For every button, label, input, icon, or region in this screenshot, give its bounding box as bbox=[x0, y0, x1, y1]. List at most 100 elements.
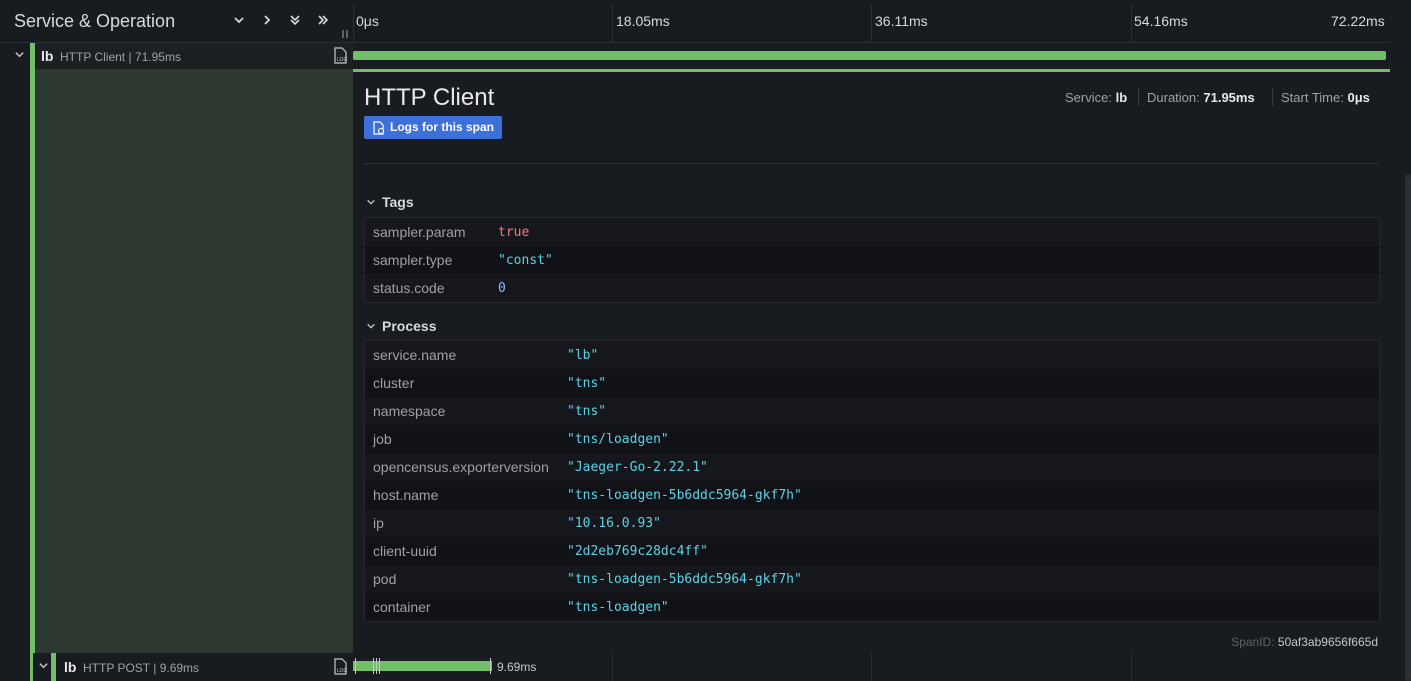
process-value: "tns-loadgen" bbox=[567, 600, 669, 615]
span-event-marker bbox=[373, 658, 374, 674]
process-key: pod bbox=[373, 571, 397, 587]
svg-text:LOG: LOG bbox=[337, 57, 348, 63]
span-event-marker bbox=[379, 658, 380, 674]
span-expand-toggle[interactable] bbox=[38, 660, 49, 674]
double-chevron-down-icon bbox=[290, 15, 300, 26]
process-table: service.name "lb" cluster "tns" namespace "… bbox=[364, 340, 1380, 622]
table-row: status.code 0 bbox=[365, 274, 1379, 302]
time-tick-label: 18.05ms bbox=[616, 13, 670, 29]
process-key: container bbox=[373, 599, 431, 615]
chevron-down-icon bbox=[15, 52, 24, 58]
process-key: opencensus.exporterversion bbox=[373, 459, 549, 475]
expand-one-level-button[interactable] bbox=[257, 10, 277, 32]
process-key: ip bbox=[373, 515, 384, 531]
time-tick-label: 0μs bbox=[356, 13, 379, 29]
tag-key: status.code bbox=[373, 280, 445, 296]
table-row: opencensus.exporterversion "Jaeger-Go-2.2… bbox=[365, 453, 1379, 481]
collapse-all-button[interactable] bbox=[285, 10, 305, 32]
span-operation-name: HTTP Client | 71.95ms bbox=[60, 50, 181, 64]
process-value: "tns" bbox=[567, 404, 607, 419]
chevron-down-icon bbox=[366, 318, 382, 334]
span-id: SpanID: 50af3ab9656f665d bbox=[1231, 635, 1378, 649]
service-meta-label: Service: bbox=[1065, 90, 1112, 105]
span-event-marker bbox=[490, 658, 491, 674]
span-id-label: SpanID: bbox=[1231, 635, 1275, 649]
process-value: "Jaeger-Go-2.22.1" bbox=[567, 460, 708, 475]
span-detail-indent bbox=[30, 69, 353, 653]
table-row: service.name "lb" bbox=[365, 341, 1379, 369]
service-operation-title: Service & Operation bbox=[14, 11, 176, 31]
meta-divider bbox=[1138, 88, 1139, 106]
header-divider bbox=[353, 4, 354, 42]
span-operation-name: HTTP POST | 9.69ms bbox=[83, 661, 200, 675]
meta-divider bbox=[1272, 88, 1273, 106]
table-row: job "tns/loadgen" bbox=[365, 425, 1379, 453]
service-meta-value: lb bbox=[1115, 90, 1128, 105]
span-duration-bar[interactable] bbox=[353, 51, 1386, 60]
logs-button-label: Logs for this span bbox=[390, 120, 495, 134]
logs-icon[interactable]: LOG bbox=[332, 658, 348, 675]
process-value: "lb" bbox=[567, 348, 599, 363]
tags-title: Tags bbox=[382, 194, 414, 210]
expand-all-button[interactable] bbox=[313, 10, 333, 32]
logs-icon bbox=[372, 120, 386, 143]
start-time-meta-value: 0μs bbox=[1347, 90, 1370, 105]
logs-for-span-button[interactable]: Logs for this span bbox=[364, 116, 503, 139]
resize-grip-icon bbox=[342, 30, 348, 38]
process-section-toggle[interactable]: Process bbox=[366, 318, 436, 334]
time-tick-label: 54.16ms bbox=[1134, 13, 1188, 29]
table-row: client-uuid "2d2eb769c28dc4ff" bbox=[365, 537, 1379, 565]
time-tick-label: 36.11ms bbox=[875, 13, 928, 29]
table-row: namespace "tns" bbox=[365, 397, 1379, 425]
span-expand-toggle[interactable] bbox=[14, 49, 25, 63]
process-key: namespace bbox=[373, 403, 446, 419]
scrollbar[interactable] bbox=[1405, 174, 1411, 681]
grid-line bbox=[1131, 653, 1132, 681]
service-color-bar bbox=[30, 69, 35, 653]
tag-key: sampler.param bbox=[373, 224, 466, 240]
span-name-cell[interactable]: lb HTTP POST | 9.69ms LOG bbox=[33, 653, 353, 681]
process-value: "tns/loadgen" bbox=[567, 432, 669, 447]
process-value: "tns-loadgen-5b6ddc5964-gkf7h" bbox=[567, 572, 802, 587]
table-row: cluster "tns" bbox=[365, 369, 1379, 397]
span-detail-title: HTTP Client bbox=[364, 84, 495, 111]
process-key: client-uuid bbox=[373, 543, 437, 559]
chevron-down-icon bbox=[39, 663, 48, 669]
tick-divider bbox=[871, 4, 872, 42]
span-service-name: lb bbox=[41, 48, 54, 64]
grid-line bbox=[871, 653, 872, 681]
process-key: job bbox=[373, 431, 392, 447]
logs-icon[interactable]: LOG bbox=[332, 47, 348, 64]
process-title: Process bbox=[382, 318, 437, 334]
duration-meta: Duration: 71.95ms bbox=[1147, 90, 1255, 105]
process-value: "tns-loadgen-5b6ddc5964-gkf7h" bbox=[567, 488, 802, 503]
span-name-cell[interactable]: lb HTTP Client | 71.95ms LOG bbox=[30, 43, 353, 69]
process-value: "10.16.0.93" bbox=[567, 516, 661, 531]
tags-section-toggle[interactable]: Tags bbox=[366, 194, 414, 210]
time-tick-label: 72.22ms bbox=[1331, 13, 1385, 29]
span-id-value: 50af3ab9656f665d bbox=[1277, 635, 1378, 649]
tag-value: true bbox=[498, 225, 530, 240]
service-meta: Service: lb bbox=[1065, 90, 1127, 105]
tag-key: sampler.type bbox=[373, 252, 453, 268]
tag-value: 0 bbox=[498, 281, 506, 296]
duration-meta-value: 71.95ms bbox=[1203, 90, 1255, 105]
chevron-right-icon bbox=[264, 15, 271, 25]
table-row: pod "tns-loadgen-5b6ddc5964-gkf7h" bbox=[365, 565, 1379, 593]
service-color-bar bbox=[51, 653, 56, 681]
process-key: cluster bbox=[373, 375, 415, 391]
table-row: container "tns-loadgen" bbox=[365, 593, 1379, 621]
process-value: "2d2eb769c28dc4ff" bbox=[567, 544, 708, 559]
column-resize-handle[interactable] bbox=[341, 28, 349, 40]
start-time-meta: Start Time: 0μs bbox=[1281, 90, 1370, 105]
process-value: "tns" bbox=[567, 376, 607, 391]
collapse-one-level-button[interactable] bbox=[229, 10, 249, 32]
span-duration-label: 9.69ms bbox=[497, 660, 537, 674]
tick-divider bbox=[1131, 4, 1132, 42]
tick-divider bbox=[612, 4, 613, 42]
svg-text:LOG: LOG bbox=[337, 668, 348, 674]
table-row: sampler.type "const" bbox=[365, 246, 1379, 274]
chevron-down-icon bbox=[234, 17, 244, 24]
service-color-bar bbox=[30, 43, 35, 69]
duration-meta-label: Duration: bbox=[1147, 90, 1200, 105]
